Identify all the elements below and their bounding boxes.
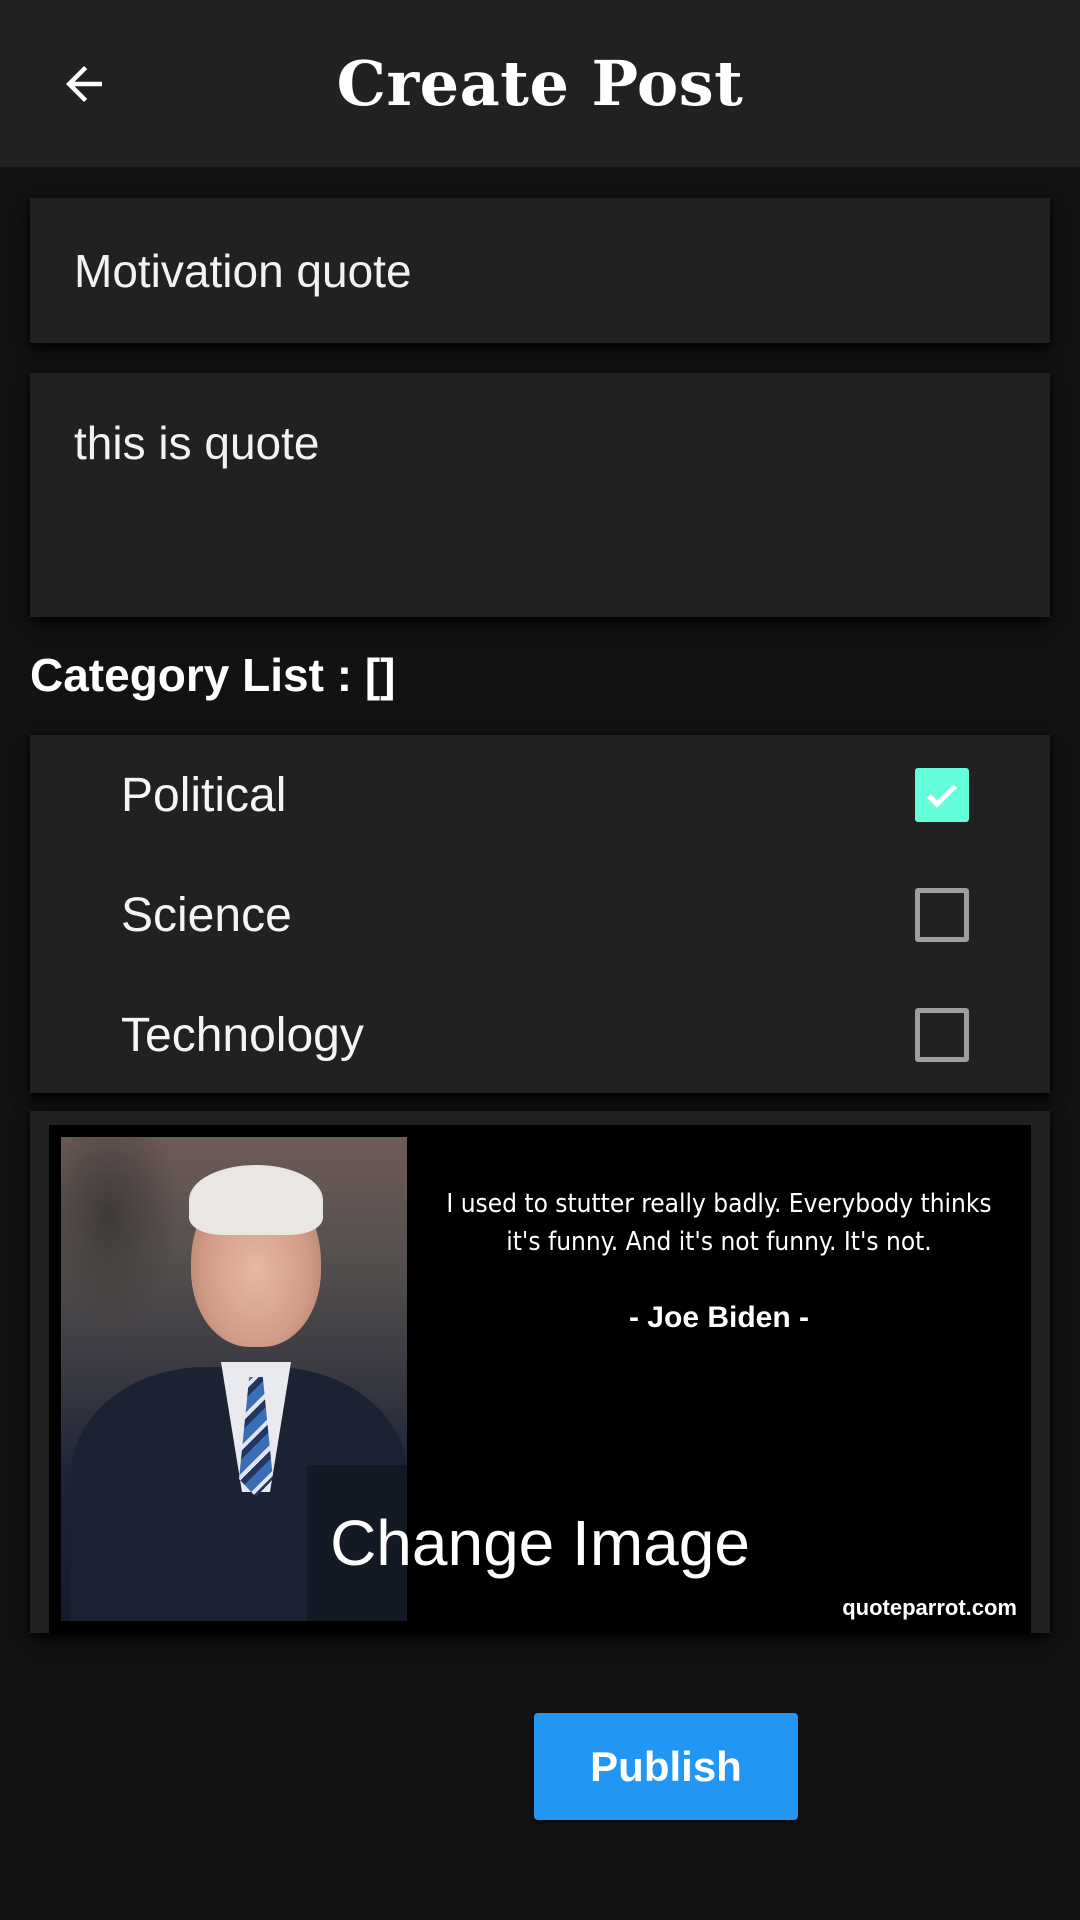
technology-checkbox[interactable]: [915, 1008, 969, 1062]
political-checkbox[interactable]: [915, 768, 969, 822]
category-label: Science: [121, 888, 292, 942]
change-image-label: Change Image: [330, 1507, 750, 1579]
quote-image[interactable]: I used to stutter really badly. Everybod…: [49, 1125, 1031, 1633]
category-item-technology[interactable]: Technology: [30, 975, 1050, 1093]
science-checkbox[interactable]: [915, 888, 969, 942]
category-list-heading: Category List : []: [30, 649, 396, 701]
title-field[interactable]: Motivation quote: [30, 198, 1050, 343]
back-button[interactable]: [44, 44, 124, 124]
body-field[interactable]: this is quote: [30, 373, 1050, 617]
quote-text: I used to stutter really badly. Everybod…: [446, 1189, 992, 1257]
title-field-value: Motivation quote: [74, 245, 412, 297]
category-label: Political: [121, 768, 287, 822]
publish-button[interactable]: Publish: [534, 1713, 798, 1820]
change-image-button[interactable]: Change Image: [307, 1465, 773, 1621]
app-bar: Create Post: [0, 0, 1080, 167]
category-item-science[interactable]: Science: [30, 855, 1050, 975]
category-list[interactable]: Political Science Technology: [30, 735, 1050, 1093]
image-watermark: quoteparrot.com: [842, 1595, 1017, 1620]
image-picker-card[interactable]: I used to stutter really badly. Everybod…: [30, 1111, 1050, 1633]
quote-author: - Joe Biden -: [628, 1301, 809, 1334]
arrow-left-icon: [66, 66, 102, 102]
category-label: Technology: [121, 1008, 364, 1062]
check-icon: [926, 784, 958, 808]
page-title: Create Post: [336, 47, 744, 120]
category-item-political[interactable]: Political: [30, 735, 1050, 855]
body-field-value: this is quote: [74, 417, 320, 469]
